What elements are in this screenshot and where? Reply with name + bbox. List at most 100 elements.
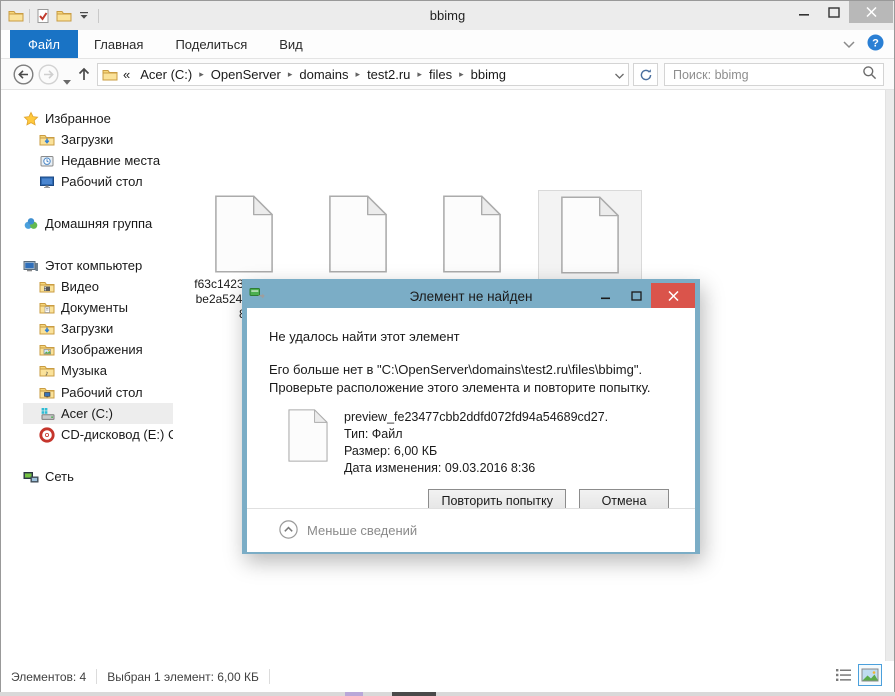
- title-bar: bbimg: [1, 1, 894, 30]
- ribbon-collapse-chevron-icon[interactable]: [843, 36, 855, 54]
- dialog-file-type: Тип: Файл: [344, 427, 403, 441]
- breadcrumb-separator-icon[interactable]: ▸: [286, 69, 295, 80]
- sidebar-item-label: Документы: [61, 300, 129, 315]
- dialog-file-row: preview_fe23477cbb2ddfd072fd94a54689cd27…: [247, 397, 695, 477]
- error-dialog: Элемент не найден Не удалось найти этот …: [242, 279, 700, 554]
- sidebar-item-pictures[interactable]: Изображения: [23, 339, 173, 360]
- address-folder-icon: [102, 67, 118, 83]
- address-bar[interactable]: « Acer (C:) ▸ OpenServer ▸ domains ▸ tes…: [97, 63, 629, 86]
- pictures-folder-icon: [39, 342, 55, 358]
- minimize-button[interactable]: [789, 1, 819, 23]
- dialog-title-bar: Элемент не найден: [247, 283, 695, 308]
- hard-drive-icon: [39, 406, 55, 422]
- sidebar-item-music[interactable]: ♪ Музыка: [23, 360, 173, 381]
- sidebar-item-acer-c[interactable]: Acer (C:): [23, 403, 173, 424]
- dialog-close-button[interactable]: [651, 283, 695, 308]
- cd-drive-icon: [39, 426, 55, 443]
- breadcrumb-separator-icon[interactable]: ▸: [354, 69, 363, 80]
- ribbon-tab-bar: Файл Главная Поделиться Вид: [1, 30, 894, 59]
- sidebar-item-cd-drive[interactable]: CD-дисковод (E:) Со: [23, 424, 173, 445]
- taskbar-fragment: [392, 692, 436, 696]
- status-items-count: Элементов: 4: [11, 669, 87, 684]
- dialog-file-modified: Дата изменения: 09.03.2016 8:36: [344, 461, 536, 475]
- dialog-detail: Его больше нет в "C:\OpenServer\domains\…: [247, 344, 695, 397]
- dialog-footer: Меньше сведений: [247, 508, 695, 552]
- status-separator: [268, 669, 270, 684]
- sidebar-item-label: Недавние места: [61, 153, 161, 168]
- sidebar-item-this-pc[interactable]: Этот компьютер: [23, 255, 173, 276]
- window-controls: [789, 1, 893, 23]
- sidebar-item-videos[interactable]: Видео: [23, 276, 173, 297]
- maximize-button[interactable]: [819, 1, 849, 23]
- file-icon: [329, 195, 387, 273]
- breadcrumb-item[interactable]: bbimg: [466, 67, 511, 82]
- tab-share[interactable]: Поделиться: [159, 30, 263, 58]
- details-view-button[interactable]: [831, 664, 855, 686]
- dialog-maximize-button[interactable]: [621, 283, 651, 308]
- explorer-window: bbimg Файл Главная Поделиться Вид ? « Ac…: [0, 0, 895, 692]
- properties-check-icon[interactable]: [35, 8, 51, 24]
- breadcrumb-overflow[interactable]: «: [118, 67, 135, 82]
- breadcrumb-item[interactable]: files: [424, 67, 457, 82]
- sidebar-item-label: Избранное: [45, 111, 111, 126]
- sidebar-item-label: Загрузки: [61, 321, 114, 336]
- toolbar-separator: [98, 8, 99, 23]
- tab-view[interactable]: Вид: [263, 30, 319, 58]
- breadcrumb-separator-icon[interactable]: ▸: [197, 69, 206, 80]
- forward-button[interactable]: [38, 64, 59, 90]
- breadcrumb-item[interactable]: OpenServer: [206, 67, 286, 82]
- svg-text:♪: ♪: [45, 368, 49, 377]
- search-input[interactable]: [671, 66, 862, 83]
- folder-icon[interactable]: [8, 8, 24, 24]
- dialog-file-name: preview_fe23477cbb2ddfd072fd94a54689cd27…: [344, 410, 609, 424]
- collapse-details-icon[interactable]: [279, 519, 298, 542]
- breadcrumb-item[interactable]: domains: [294, 67, 353, 82]
- breadcrumb-separator-icon[interactable]: ▸: [415, 69, 424, 80]
- sidebar-item-documents[interactable]: Документы: [23, 297, 173, 318]
- file-icon: [561, 196, 619, 274]
- sidebar-item-label: Домашняя группа: [45, 216, 153, 231]
- breadcrumb-item[interactable]: test2.ru: [362, 67, 415, 82]
- help-icon[interactable]: ?: [867, 34, 884, 56]
- thumbnail-view-button[interactable]: [858, 664, 882, 686]
- star-icon: [23, 110, 39, 127]
- sidebar-item-network[interactable]: Сеть: [23, 466, 173, 487]
- dialog-detail-line1: Его больше нет в "C:\OpenServer\domains\…: [269, 362, 643, 377]
- sidebar-item-label: Музыка: [61, 363, 107, 378]
- recent-places-icon: [39, 153, 55, 169]
- navigation-bar: « Acer (C:) ▸ OpenServer ▸ domains ▸ tes…: [1, 59, 894, 90]
- sidebar-item-downloads[interactable]: Загрузки: [23, 129, 173, 150]
- less-details-label[interactable]: Меньше сведений: [307, 523, 417, 538]
- close-button[interactable]: [849, 1, 893, 23]
- sidebar-item-homegroup[interactable]: Домашняя группа: [23, 213, 173, 234]
- sidebar-item-desktop-pc[interactable]: Рабочий стол: [23, 382, 173, 403]
- refresh-button[interactable]: [633, 63, 658, 86]
- sidebar-item-favorites[interactable]: Избранное: [23, 108, 173, 129]
- sidebar-item-desktop[interactable]: Рабочий стол: [23, 171, 173, 192]
- computer-icon: [23, 258, 39, 274]
- dialog-body: Не удалось найти этот элемент Его больше…: [247, 308, 695, 552]
- history-dropdown-icon[interactable]: [63, 72, 71, 90]
- sidebar-item-label: Рабочий стол: [61, 385, 143, 400]
- sidebar-item-downloads-pc[interactable]: Загрузки: [23, 318, 173, 339]
- tab-file[interactable]: Файл: [10, 30, 78, 58]
- quick-access-toolbar: [1, 8, 99, 24]
- new-folder-icon[interactable]: [56, 8, 72, 24]
- desktop-sliver: [0, 692, 895, 696]
- window-title: bbimg: [429, 8, 466, 23]
- dialog-minimize-button[interactable]: [591, 283, 621, 308]
- breadcrumb-item[interactable]: Acer (C:): [135, 67, 197, 82]
- back-button[interactable]: [13, 64, 34, 90]
- dialog-file-info: preview_fe23477cbb2ddfd072fd94a54689cd27…: [344, 409, 608, 477]
- breadcrumb-separator-icon[interactable]: ▸: [457, 69, 466, 80]
- tab-home[interactable]: Главная: [78, 30, 159, 58]
- up-button[interactable]: [76, 66, 92, 87]
- sidebar-item-recent-places[interactable]: Недавние места: [23, 150, 173, 171]
- toolbar-separator: [29, 8, 30, 23]
- address-dropdown-icon[interactable]: [615, 67, 624, 82]
- sidebar-item-label: CD-дисковод (E:) Со: [61, 427, 173, 442]
- customize-toolbar-dropdown-icon[interactable]: [77, 8, 93, 24]
- move-item-icon: [249, 286, 266, 306]
- status-selection: Выбран 1 элемент: 6,00 КБ: [107, 669, 259, 684]
- search-icon[interactable]: [862, 65, 877, 85]
